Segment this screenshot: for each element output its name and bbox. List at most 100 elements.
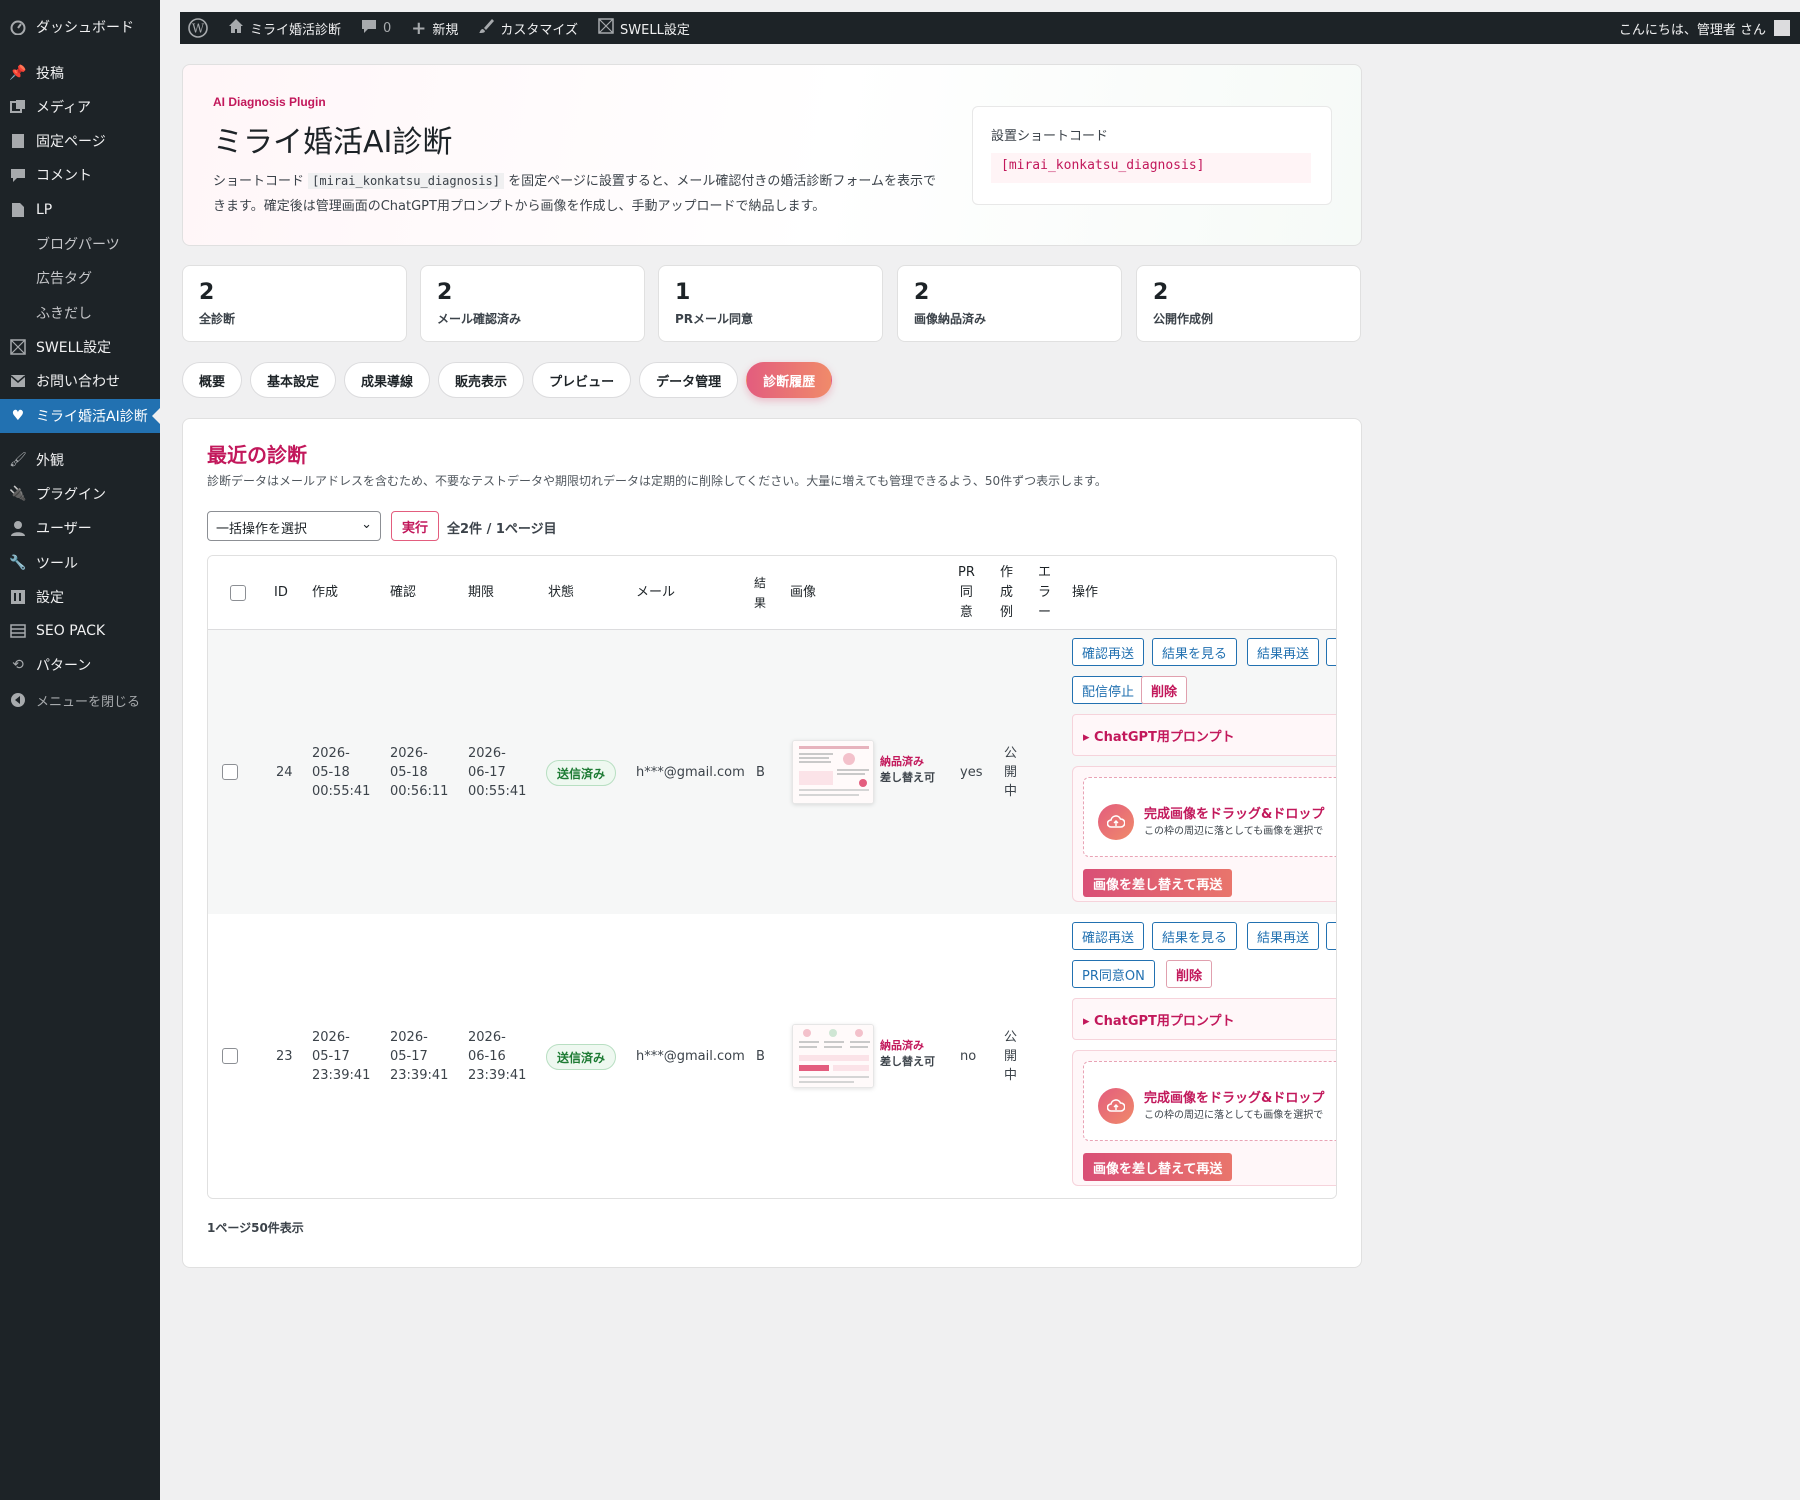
more-button[interactable] xyxy=(1326,638,1336,666)
stat-card-examples: 2 公開作成例 xyxy=(1136,265,1361,342)
sidebar-item-media[interactable]: メディア xyxy=(0,90,160,124)
replace-and-resend-button[interactable]: 画像を差し替えて再送 xyxy=(1083,1153,1233,1181)
chatgpt-prompt-toggle[interactable]: ▸ ChatGPT用プロンプト xyxy=(1072,714,1336,756)
adminbar-customize[interactable]: カスタマイズ xyxy=(478,18,578,38)
row-confirmed: 2026- 05-18 00:56:11 xyxy=(390,746,449,799)
tab-preview[interactable]: プレビュー xyxy=(532,362,632,398)
view-result-button[interactable]: 結果を見る xyxy=(1152,638,1238,666)
chevron-down-icon: ⌄ xyxy=(361,517,372,532)
image-dropzone[interactable]: 完成画像をドラッグ&ドロップ この枠の周辺に落としても画像を選択で 画像を差し替… xyxy=(1072,766,1336,902)
pr-consent-on-button[interactable]: PR同意ON xyxy=(1072,960,1155,988)
sidebar-item-lp[interactable]: LP xyxy=(0,193,160,227)
brush-icon xyxy=(478,18,495,38)
tab-data-management[interactable]: データ管理 xyxy=(639,362,739,398)
dropzone-hint: この枠の周辺に落としても画像を選択で xyxy=(1144,826,1324,837)
table-header: ID 作成 確認 期限 状態 メール 結 果 画像 PR 同 意 作 成 例 エ… xyxy=(208,556,1336,630)
row-email: h***@gmail.com xyxy=(636,765,745,780)
resend-result-button[interactable]: 結果再送 xyxy=(1247,638,1320,666)
adminbar-site-link[interactable]: ミライ婚活診断 xyxy=(228,18,341,38)
row-created: 2026- 05-17 23:39:41 xyxy=(312,1030,371,1083)
tab-overview[interactable]: 概要 xyxy=(182,362,243,398)
result-image-thumbnail[interactable] xyxy=(792,1024,874,1088)
settings-icon xyxy=(9,588,27,606)
sidebar-item-posts[interactable]: 📌 投稿 xyxy=(0,56,160,90)
tab-diagnosis-history[interactable]: 診断履歴 xyxy=(746,362,833,398)
tab-conversion[interactable]: 成果導線 xyxy=(344,362,431,398)
result-image-thumbnail[interactable] xyxy=(792,740,874,804)
page-icon xyxy=(9,132,27,150)
col-confirmed[interactable]: 確認 xyxy=(390,583,416,603)
resend-confirmation-button[interactable]: 確認再送 xyxy=(1072,922,1145,950)
sidebar-item-seo-pack[interactable]: SEO PACK xyxy=(0,614,160,648)
col-expires[interactable]: 期限 xyxy=(468,583,494,603)
col-status[interactable]: 状態 xyxy=(548,583,574,603)
comment-icon xyxy=(9,166,27,184)
chatgpt-prompt-toggle[interactable]: ▸ ChatGPT用プロンプト xyxy=(1072,998,1336,1040)
tab-sales-display[interactable]: 販売表示 xyxy=(438,362,525,398)
resend-confirmation-button[interactable]: 確認再送 xyxy=(1072,638,1145,666)
sidebar-collapse-menu[interactable]: メニューを閉じる xyxy=(0,683,160,717)
adminbar-account[interactable]: こんにちは、管理者 さん xyxy=(1619,19,1790,38)
col-example[interactable]: 作 成 例 xyxy=(1000,563,1013,623)
wordpress-logo-icon[interactable]: W xyxy=(188,18,208,38)
sidebar-item-adtag[interactable]: 広告タグ xyxy=(0,261,160,295)
sidebar-item-swell[interactable]: SWELL設定 xyxy=(0,330,160,364)
sidebar-item-users[interactable]: ユーザー xyxy=(0,511,160,545)
adminbar-comments[interactable]: 0 xyxy=(361,18,391,38)
col-result[interactable]: 結 果 xyxy=(754,573,766,613)
shortcode-value[interactable]: [mirai_konkatsu_diagnosis] xyxy=(991,153,1311,183)
wrench-icon: 🔧 xyxy=(9,555,27,571)
sidebar-item-contact[interactable]: お問い合わせ xyxy=(0,364,160,398)
col-error[interactable]: エ ラ ー xyxy=(1038,563,1051,623)
sidebar-item-plugins[interactable]: 🔌 プラグイン xyxy=(0,477,160,511)
col-id[interactable]: ID xyxy=(274,583,288,603)
resend-result-button[interactable]: 結果再送 xyxy=(1247,922,1320,950)
col-email[interactable]: メール xyxy=(636,583,675,603)
page-title: ミライ婚活AI診断 xyxy=(213,125,453,160)
status-badge: 送信済み xyxy=(546,760,617,786)
admin-bar: W ミライ婚活診断 0 + 新規 カスタマイズ SWELL設定 こんにちは、管理者… xyxy=(180,12,1800,44)
row-example-status: 公 開 中 xyxy=(1004,1030,1018,1083)
plugin-hero: AI Diagnosis Plugin ミライ婚活AI診断 ショートコード [m… xyxy=(182,64,1362,246)
adminbar-swell[interactable]: SWELL設定 xyxy=(598,18,690,38)
more-button[interactable] xyxy=(1326,922,1336,950)
sidebar-item-tools[interactable]: 🔧 ツール xyxy=(0,546,160,580)
apply-button[interactable]: 実行 xyxy=(391,511,440,541)
unsubscribe-button[interactable]: 配信停止 xyxy=(1072,676,1145,704)
col-image[interactable]: 画像 xyxy=(790,583,816,603)
sidebar-item-patterns[interactable]: ⟲ パターン xyxy=(0,648,160,682)
recent-diagnoses-panel: 最近の診断 診断データはメールアドレスを含むため、不要なテストデータや期限切れデ… xyxy=(182,418,1362,1268)
sidebar-item-blogparts[interactable]: ブログパーツ xyxy=(0,227,160,261)
stat-card-confirmed: 2 メール確認済み xyxy=(420,265,645,342)
tab-basic-settings[interactable]: 基本設定 xyxy=(250,362,337,398)
col-created[interactable]: 作成 xyxy=(312,583,338,603)
col-pr-consent[interactable]: PR 同 意 xyxy=(958,563,975,623)
brush-icon: 🖌 xyxy=(9,452,27,468)
avatar xyxy=(1774,20,1790,36)
table-row: 23 2026- 05-17 23:39:41 2026- 05-17 23:3… xyxy=(208,914,1336,1198)
sidebar-item-pages[interactable]: 固定ページ xyxy=(0,124,160,158)
swell-icon xyxy=(598,18,614,38)
plus-icon: + xyxy=(411,17,427,39)
sidebar-item-mirai-ai[interactable]: ♥ ミライ婚活AI診断 xyxy=(0,399,160,433)
sidebar-item-settings[interactable]: 設定 xyxy=(0,580,160,614)
row-checkbox[interactable] xyxy=(222,764,238,780)
row-pr-consent: yes xyxy=(960,765,983,780)
view-result-button[interactable]: 結果を見る xyxy=(1152,922,1238,950)
adminbar-new[interactable]: + 新規 xyxy=(411,18,458,39)
select-all-checkbox[interactable] xyxy=(230,585,246,601)
sidebar-item-appearance[interactable]: 🖌 外観 xyxy=(0,443,160,477)
dropzone-area[interactable]: 完成画像をドラッグ&ドロップ この枠の周辺に落としても画像を選択で xyxy=(1083,777,1336,857)
row-checkbox[interactable] xyxy=(222,1048,238,1064)
sidebar-item-fukidashi[interactable]: ふきだし xyxy=(0,296,160,330)
dropzone-area[interactable]: 完成画像をドラッグ&ドロップ この枠の周辺に落としても画像を選択で xyxy=(1083,1061,1336,1141)
replace-and-resend-button[interactable]: 画像を差し替えて再送 xyxy=(1083,869,1233,897)
plugin-tabs: 概要 基本設定 成果導線 販売表示 プレビュー データ管理 診断履歴 xyxy=(182,362,833,398)
delete-button[interactable]: 削除 xyxy=(1141,676,1188,704)
sidebar-item-comments[interactable]: コメント xyxy=(0,158,160,192)
sidebar-item-dashboard[interactable]: ダッシュボード xyxy=(0,10,160,44)
image-dropzone[interactable]: 完成画像をドラッグ&ドロップ この枠の周辺に落としても画像を選択で 画像を差し替… xyxy=(1072,1050,1336,1186)
bulk-action-select[interactable]: 一括操作を選択 ⌄ xyxy=(207,511,381,541)
delete-button[interactable]: 削除 xyxy=(1166,960,1213,988)
status-badge: 送信済み xyxy=(546,1044,617,1070)
